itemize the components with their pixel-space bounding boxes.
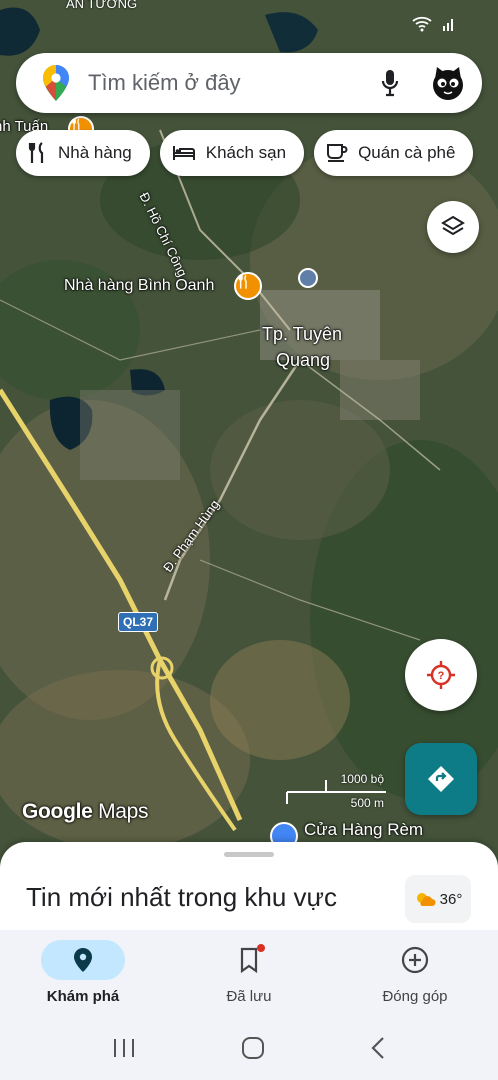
directions-button[interactable] <box>405 743 477 815</box>
sheet-title: Tin mới nhất trong khu vực <box>26 882 337 912</box>
chip-label: Khách sạn <box>205 143 287 162</box>
nav-label: Đóng góp <box>382 988 448 1005</box>
nav-label: Khám phá <box>46 988 120 1005</box>
google-maps-logo: Google Maps <box>22 800 149 824</box>
restaurant-label[interactable]: Nhà hàng Bình Oanh <box>64 277 214 295</box>
logo-google: Google <box>22 800 93 823</box>
nav-explore[interactable]: Khám phá <box>0 930 166 1016</box>
nav-icon-wrap <box>207 940 291 980</box>
status-icons <box>412 16 456 32</box>
system-navigation <box>0 1016 498 1080</box>
nav-label: Đã lưu <box>226 988 272 1005</box>
layers-icon <box>441 215 465 236</box>
scale-top-label: 1000 bộ <box>340 772 384 786</box>
weather-chip[interactable]: 36° <box>405 875 471 923</box>
my-location-button[interactable]: ? <box>405 639 477 711</box>
chip-restaurants[interactable]: Nhà hàng <box>16 130 150 176</box>
fork-knife-icon <box>28 142 44 163</box>
bottom-sheet[interactable]: Tin mới nhất trong khu vực 36° <box>0 842 498 942</box>
nav-contribute[interactable]: Đóng góp <box>332 930 498 1016</box>
nav-icon-wrap <box>41 940 125 980</box>
area-label-top: AN TƯỜNG <box>66 0 138 11</box>
coffee-cup-icon <box>327 144 348 162</box>
map-scale: 1000 bộ 500 m <box>286 772 388 812</box>
restaurant-pin-icon[interactable] <box>234 272 262 300</box>
logo-maps: Maps <box>98 800 149 823</box>
bed-icon <box>172 146 195 160</box>
sheet-drag-handle[interactable] <box>224 852 274 857</box>
nav-icon-wrap <box>373 940 457 980</box>
directions-icon <box>428 766 454 792</box>
add-circle-icon <box>401 946 429 974</box>
explore-pin-icon <box>74 948 92 972</box>
scale-bottom-label: 500 m <box>350 796 384 810</box>
chip-hotels[interactable]: Khách sạn <box>159 130 305 176</box>
signal-icon <box>443 19 453 31</box>
notification-dot <box>257 944 265 952</box>
cat-avatar-icon <box>433 67 463 100</box>
location-target-icon: ? <box>427 661 455 689</box>
weather-temp: 36° <box>439 890 463 908</box>
city-label-line1[interactable]: Tp. Tuyên <box>262 324 342 345</box>
transit-station-icon[interactable] <box>298 268 318 288</box>
bottom-navigation: Khám phá Đã lưu Đóng góp <box>0 930 498 1016</box>
chip-label: Quán cà phê <box>358 143 456 162</box>
search-bar[interactable]: Tìm kiếm ở đây <box>16 53 482 113</box>
category-chips: Nhà hàng Khách sạn Quán cà phê <box>16 130 474 176</box>
home-icon[interactable] <box>241 1036 265 1060</box>
city-label-line2[interactable]: Quang <box>276 350 330 371</box>
microphone-icon[interactable] <box>376 65 404 101</box>
bookmark-icon <box>240 947 258 973</box>
google-maps-pin-icon <box>36 63 76 103</box>
avatar[interactable] <box>426 61 470 105</box>
sun-cloud-icon <box>416 893 436 906</box>
back-icon[interactable] <box>370 1036 386 1060</box>
layers-button[interactable] <box>427 201 479 253</box>
chip-coffee[interactable]: Quán cà phê <box>314 130 474 176</box>
chip-label: Nhà hàng <box>58 143 132 162</box>
nav-saved[interactable]: Đã lưu <box>166 930 332 1016</box>
svg-text:?: ? <box>438 670 445 682</box>
status-bar: AN TƯỜNG <box>0 0 498 46</box>
store-label[interactable]: Cửa Hàng Rèm <box>304 820 423 840</box>
recents-icon[interactable] <box>112 1037 136 1059</box>
search-input[interactable]: Tìm kiếm ở đây <box>88 70 376 96</box>
route-shield-ql37: QL37 <box>118 612 159 632</box>
wifi-icon <box>412 16 432 32</box>
